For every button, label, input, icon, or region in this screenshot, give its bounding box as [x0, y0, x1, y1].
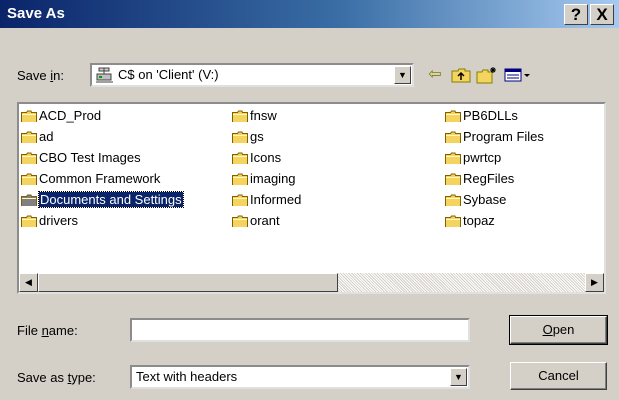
folder-icon: [232, 215, 248, 227]
scroll-thumb[interactable]: [38, 273, 338, 292]
save-in-dropdown-button[interactable]: ▼: [394, 66, 411, 84]
folder-name: Common Framework: [39, 171, 161, 186]
folder-name: orant: [250, 213, 280, 228]
folder-name: gs: [250, 129, 264, 144]
folder-item[interactable]: Icons: [232, 149, 281, 166]
view-menu-icon: [504, 68, 530, 82]
help-button[interactable]: ?: [564, 4, 588, 25]
folder-name: Informed: [250, 192, 302, 207]
save-as-type-dropdown-button[interactable]: ▼: [450, 368, 467, 386]
folder-item[interactable]: RegFiles: [445, 170, 514, 187]
folder-icon: [232, 110, 248, 122]
folder-name: CBO Test Images: [39, 150, 141, 165]
save-in-value: C$ on 'Client' (V:): [118, 67, 219, 82]
folder-icon: [232, 152, 248, 164]
folder-item[interactable]: Common Framework: [21, 170, 160, 187]
folder-list[interactable]: topaz Sybase RegFiles pwrtcp Program Files PB…: [17, 102, 606, 294]
folder-item[interactable]: Documents and Settings: [21, 191, 184, 208]
folder-name: Sybase: [463, 192, 507, 207]
new-folder-button[interactable]: [476, 64, 498, 86]
folder-icon: [21, 173, 37, 185]
folder-name: Icons: [250, 150, 282, 165]
up-one-level-icon: [451, 68, 471, 83]
folder-item[interactable]: orant: [232, 212, 280, 229]
save-in-label: Save in:: [17, 68, 64, 83]
folder-icon: [21, 194, 37, 206]
cancel-button[interactable]: Cancel: [510, 362, 607, 390]
back-button[interactable]: ⇦: [424, 64, 446, 86]
folder-icon: [445, 194, 461, 206]
new-folder-icon: [476, 67, 496, 84]
folder-item[interactable]: PB6DLLs: [445, 107, 518, 124]
folder-name: PB6DLLs: [463, 108, 518, 123]
folder-name: topaz: [463, 213, 495, 228]
folder-item[interactable]: pwrtcp: [445, 149, 501, 166]
save-as-type-label: Save as type:: [17, 370, 96, 385]
window-title: Save As: [7, 5, 65, 22]
folder-item[interactable]: Informed: [232, 191, 301, 208]
folder-item[interactable]: drivers: [21, 212, 78, 229]
folder-icon: [232, 173, 248, 185]
open-button[interactable]: Open: [509, 315, 608, 345]
folder-name: Program Files: [463, 129, 544, 144]
up-one-level-button[interactable]: [450, 64, 472, 86]
title-bar: Save As ? X: [0, 0, 619, 28]
folder-item[interactable]: Sybase: [445, 191, 506, 208]
back-icon: ⇦: [428, 66, 442, 83]
file-name-label: File name:: [17, 323, 78, 338]
folder-name: ACD_Prod: [39, 108, 102, 123]
folder-name: pwrtcp: [463, 150, 502, 165]
file-name-input[interactable]: [130, 318, 470, 342]
folder-name: ad: [39, 129, 54, 144]
folder-item[interactable]: gs: [232, 128, 264, 145]
folder-item[interactable]: ad: [21, 128, 53, 145]
horizontal-scrollbar[interactable]: ◀ ▶: [19, 273, 604, 292]
save-in-dropdown[interactable]: C$ on 'Client' (V:) ▼: [90, 63, 414, 87]
folder-item[interactable]: CBO Test Images: [21, 149, 141, 166]
folder-name: RegFiles: [463, 171, 515, 186]
save-as-type-dropdown[interactable]: Text with headers ▼: [130, 365, 470, 389]
folder-item[interactable]: fnsw: [232, 107, 277, 124]
folder-icon: [232, 194, 248, 206]
save-as-type-value: Text with headers: [136, 369, 238, 384]
folder-icon: [445, 152, 461, 164]
network-drive-icon: [96, 67, 113, 83]
folder-icon: [21, 215, 37, 227]
view-menu-button[interactable]: [503, 64, 533, 86]
folder-icon: [445, 131, 461, 143]
folder-name: imaging: [250, 171, 296, 186]
folder-item[interactable]: topaz: [445, 212, 495, 229]
close-button[interactable]: X: [590, 4, 614, 25]
folder-item[interactable]: imaging: [232, 170, 296, 187]
folder-icon: [21, 152, 37, 164]
folder-icon: [445, 215, 461, 227]
folder-name: Documents and Settings: [38, 191, 184, 208]
folder-icon: [445, 110, 461, 122]
folder-name: fnsw: [250, 108, 277, 123]
folder-icon: [445, 173, 461, 185]
folder-item[interactable]: Program Files: [445, 128, 544, 145]
folder-item[interactable]: ACD_Prod: [21, 107, 101, 124]
scroll-left-button[interactable]: ◀: [19, 273, 38, 292]
folder-name: drivers: [39, 213, 79, 228]
folder-icon: [232, 131, 248, 143]
scroll-right-button[interactable]: ▶: [585, 273, 604, 292]
folder-icon: [21, 110, 37, 122]
folder-icon: [21, 131, 37, 143]
